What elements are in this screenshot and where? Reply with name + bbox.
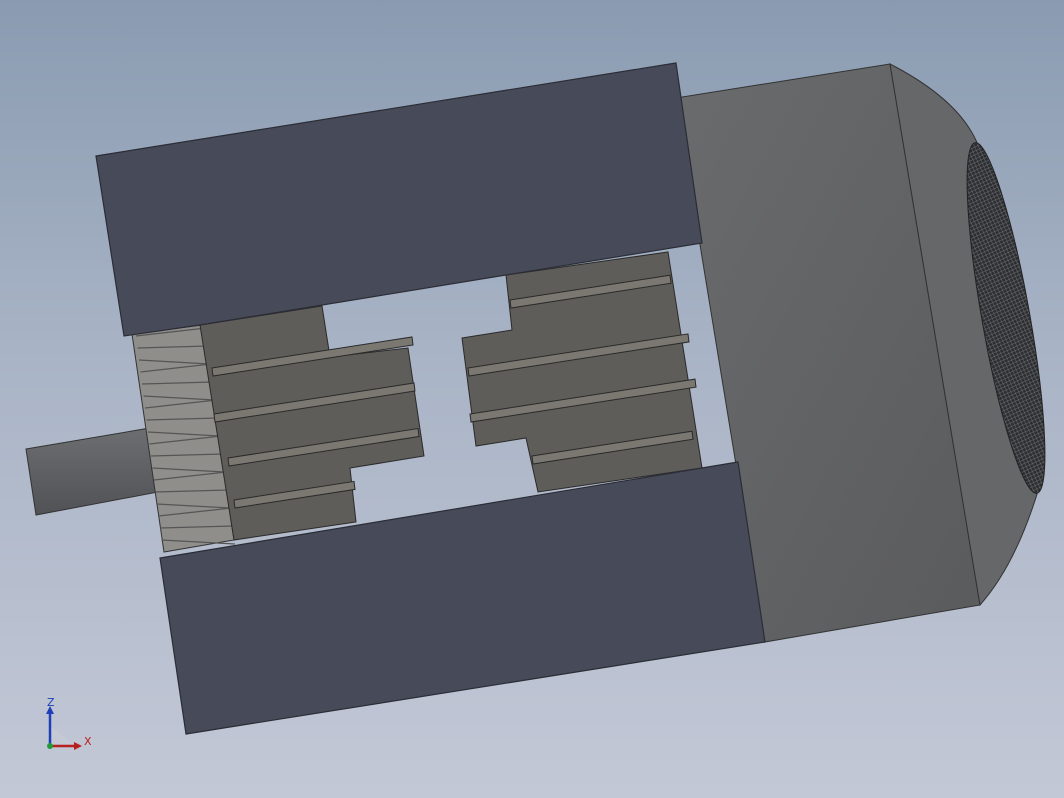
x-axis-label: X [84,735,92,748]
shaft [25,427,159,516]
triad-plane [50,726,76,746]
motor-model[interactable] [0,0,1064,798]
coordinate-triad: Z X [46,698,92,750]
3d-viewport[interactable]: Z X [0,0,1064,798]
x-arrow-icon [74,742,82,750]
z-axis-label: Z [47,698,55,709]
origin-icon [47,743,53,749]
